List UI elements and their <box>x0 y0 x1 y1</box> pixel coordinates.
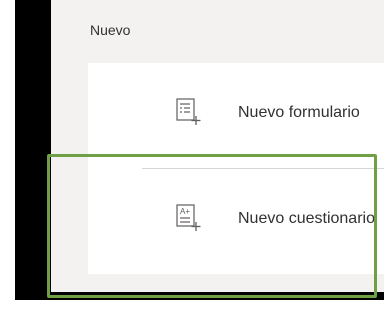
new-panel: Nuevo Nuevo formulario A+ Nuevo cuestion… <box>51 0 384 292</box>
window-frame: Nuevo Nuevo formulario A+ Nuevo cuestion… <box>15 0 384 300</box>
new-quiz-icon: A+ <box>176 204 201 231</box>
new-quiz-item[interactable]: A+ Nuevo cuestionario <box>88 178 384 258</box>
quiz-icon-text: A+ <box>180 207 190 216</box>
section-title: Nuevo <box>90 22 131 38</box>
new-options-card: Nuevo formulario A+ Nuevo cuestionario <box>88 63 384 274</box>
new-form-label: Nuevo formulario <box>238 104 360 121</box>
divider <box>142 168 384 169</box>
new-form-item[interactable]: Nuevo formulario <box>88 75 384 155</box>
new-form-icon <box>176 98 201 125</box>
new-quiz-label: Nuevo cuestionario <box>238 210 375 227</box>
